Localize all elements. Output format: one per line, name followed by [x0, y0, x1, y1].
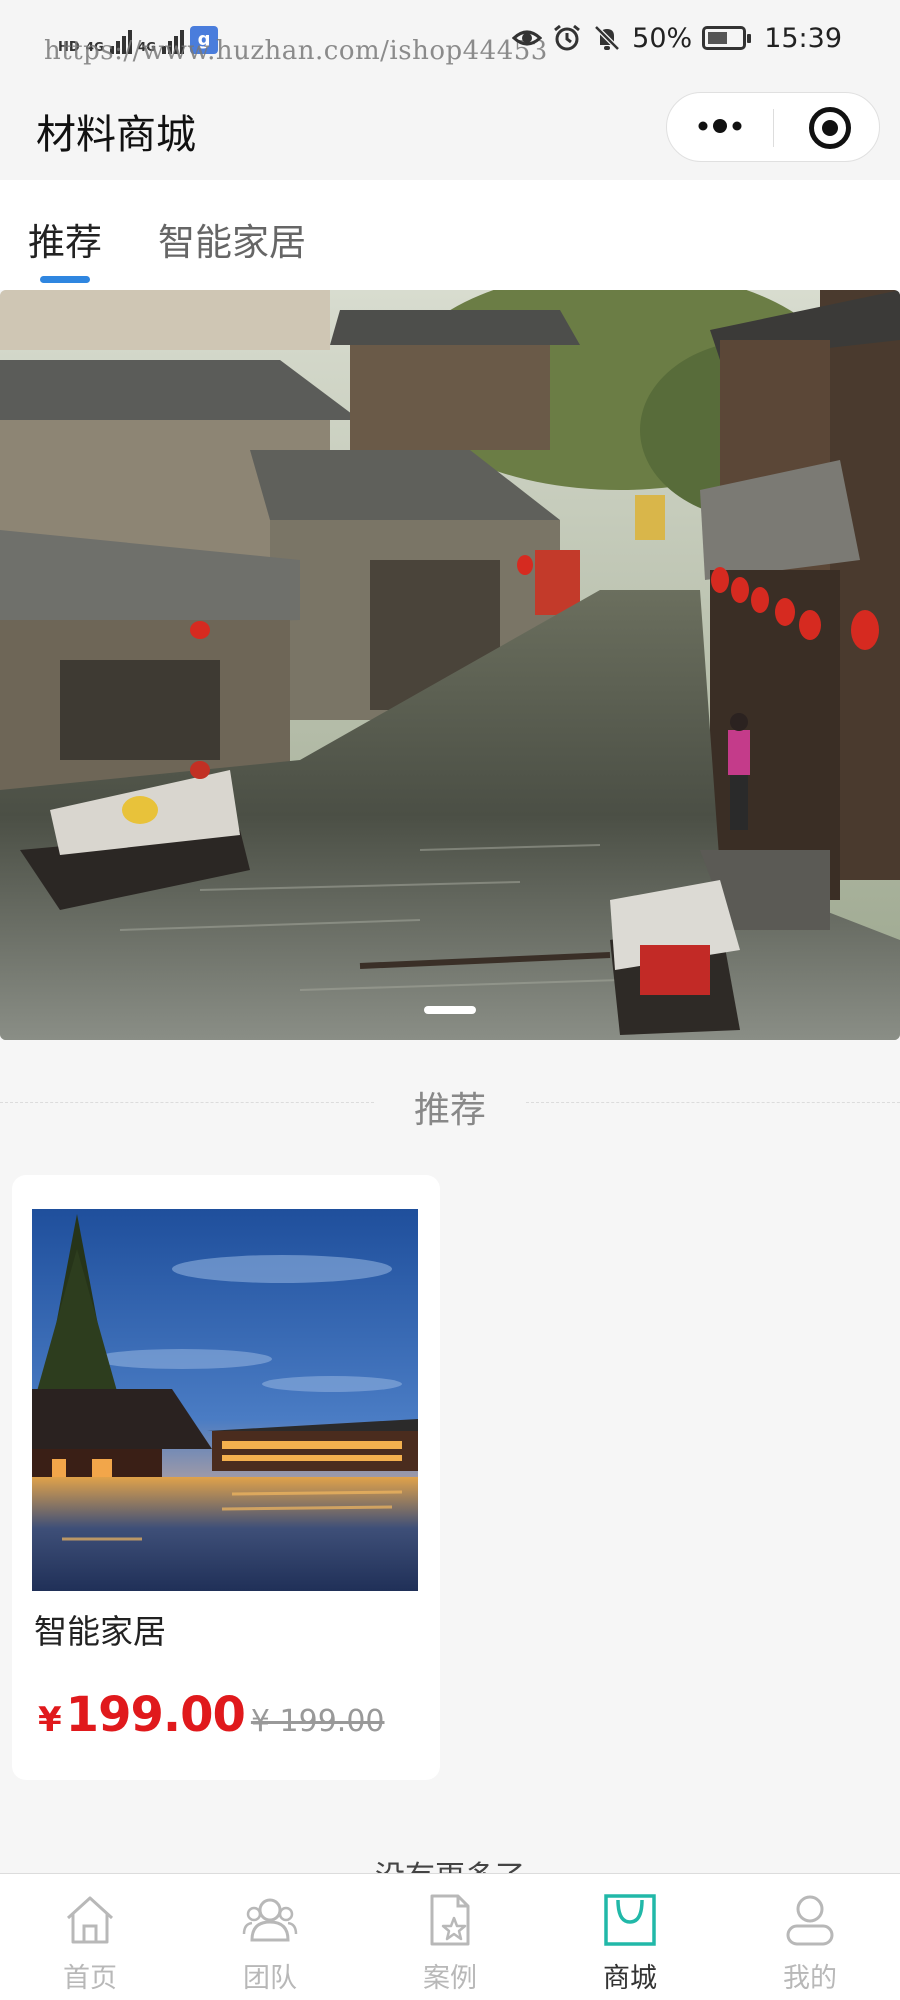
tabbar-label: 团队 — [243, 1963, 297, 1994]
currency-symbol: ¥ — [38, 1700, 62, 1740]
section-header: 推荐 — [0, 1075, 900, 1131]
profile-icon — [786, 1895, 834, 1946]
case-icon — [430, 1894, 470, 1946]
active-tab-indicator — [40, 276, 90, 283]
miniprogram-capsule — [666, 92, 880, 162]
tabbar-item-profile[interactable]: 我的 — [720, 1874, 900, 2000]
tabbar-item-home[interactable]: 首页 — [0, 1874, 180, 2000]
clock-time: 15:39 — [764, 22, 842, 54]
tabbar-label: 商城 — [603, 1963, 657, 1994]
product-photo — [32, 1209, 418, 1591]
more-options-icon[interactable] — [697, 111, 743, 141]
watermark-text: https://www.huzhan.com/ishop44453 — [44, 36, 548, 66]
status-right-group: 50% 15:39 — [512, 18, 842, 58]
eye-icon — [512, 30, 543, 46]
status-bar: HD 4G 4G g https://www.huzhan.com/ishop4… — [0, 0, 900, 80]
product-image — [32, 1209, 418, 1591]
bottom-tab-bar: 首页 团队 案例 商城 我的 — [0, 1873, 900, 2000]
alarm-icon — [554, 24, 581, 51]
product-card[interactable]: 智能家居 ¥ 199.00 ¥ 199.00 — [12, 1175, 440, 1780]
sale-price: 199.00 — [65, 1687, 246, 1743]
team-icon — [242, 1898, 298, 1942]
product-name: 智能家居 — [34, 1612, 166, 1651]
tab-smart-home[interactable]: 智能家居 — [158, 212, 306, 266]
battery-percent: 50% — [632, 22, 693, 54]
carousel-indicator[interactable] — [424, 1006, 476, 1014]
category-tabs: 推荐 智能家居 — [0, 180, 900, 290]
section-title: 推荐 — [413, 1090, 486, 1131]
page-title: 材料商城 — [36, 112, 196, 158]
close-miniprogram-icon[interactable] — [809, 107, 851, 149]
product-price: ¥ 199.00 ¥ 199.00 — [38, 1687, 385, 1743]
tabbar-label: 首页 — [63, 1963, 117, 1994]
tabbar-label: 我的 — [783, 1963, 837, 1994]
battery-icon — [702, 26, 752, 50]
tabbar-item-shop[interactable]: 商城 — [540, 1874, 720, 2000]
navigation-bar: 材料商城 — [0, 80, 900, 180]
tab-recommend[interactable]: 推荐 — [28, 212, 102, 266]
original-price: ¥ 199.00 — [250, 1704, 385, 1739]
banner-carousel[interactable] — [0, 290, 900, 1040]
banner-image — [0, 290, 900, 1040]
tabbar-label: 案例 — [423, 1963, 477, 1994]
tabbar-item-team[interactable]: 团队 — [180, 1874, 360, 2000]
home-icon — [66, 1896, 114, 1944]
shop-bag-icon — [604, 1894, 656, 1946]
tabbar-item-case[interactable]: 案例 — [360, 1874, 540, 2000]
capsule-divider — [773, 109, 774, 147]
mute-bell-icon — [594, 25, 620, 51]
